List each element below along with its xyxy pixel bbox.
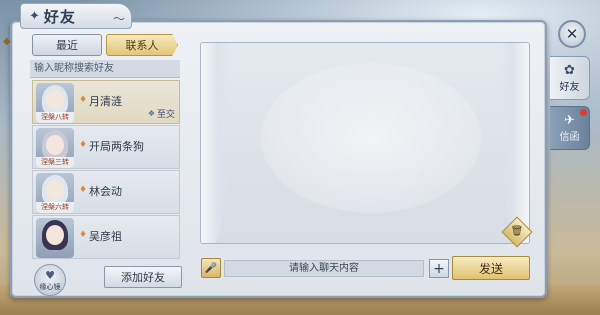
heart-mirror-label: 缘心镜 [39, 282, 61, 291]
female-icon: ♦ [79, 95, 88, 105]
rank-badge: 涅槃三转 [36, 157, 74, 168]
chat-backdrop [261, 63, 481, 213]
female-icon: ♦ [79, 230, 88, 240]
friend-row[interactable]: 涅槃八转 ♦ 月清涟 ❖ 至交 [32, 80, 180, 124]
avatar: 涅槃八转 [36, 83, 74, 123]
chat-input[interactable]: 请输入聊天内容 [224, 260, 424, 277]
friend-name: 开局两条狗 [89, 140, 144, 153]
friend-name: 吴彦祖 [89, 230, 122, 243]
friend-row[interactable]: 涅槃三转 ♦ 开局两条狗 [32, 125, 180, 169]
tab-recent[interactable]: 最近 [32, 34, 102, 56]
relation-badge: ❖ 至交 [148, 107, 175, 120]
female-icon: ♦ [79, 185, 88, 195]
title-ornament-icon: 〜 [112, 12, 125, 26]
tab-contacts[interactable]: 联系人 [106, 34, 178, 56]
friends-emblem-icon: ✦ [29, 8, 40, 24]
more-options-button[interactable]: + [429, 259, 449, 278]
friends-sidebar: 最近 联系人 输入昵称搜索好友 涅槃八转 ♦ 月清涟 ❖ 至交 涅槃三转 ♦ 开… [30, 30, 182, 296]
voice-input-button[interactable]: 🎤 [201, 258, 221, 278]
trash-icon: 🗑 [510, 226, 524, 237]
curtain-left [201, 43, 229, 243]
relation-label: 至交 [156, 110, 175, 120]
friend-name: 林会动 [89, 185, 122, 198]
send-button[interactable]: 发送 [452, 256, 530, 280]
friend-row[interactable]: 涅槃六转 ♦ 林会动 [32, 170, 180, 214]
corner-ornament-icon: ◆ [3, 36, 11, 47]
close-button[interactable]: ✕ [558, 20, 586, 48]
list-tabs: 最近 联系人 [32, 34, 180, 56]
microphone-icon: 🎤 [204, 262, 218, 274]
sidebar-tab-label: 信函 [559, 132, 580, 143]
avatar [36, 218, 74, 258]
chat-history[interactable] [200, 42, 530, 244]
avatar: 涅槃六转 [36, 173, 74, 213]
curtain-right [501, 43, 529, 243]
sidebar-tab-friends[interactable]: ✿ 好友 [550, 56, 590, 100]
heart-mirror-button[interactable]: ♥ 缘心镜 [34, 264, 66, 296]
friends-emblem-icon: ✿ [564, 63, 575, 78]
window-title-tab: ✦ 好友 〜 [20, 3, 132, 29]
rank-badge: 涅槃八转 [36, 112, 74, 123]
window-title: 好友 [43, 7, 76, 26]
close-icon: ✕ [565, 25, 579, 43]
friend-name: 月清涟 [89, 95, 122, 108]
notification-dot [580, 109, 587, 116]
bond-icon: ❖ [147, 109, 155, 118]
sidebar-tab-mail[interactable]: ✈ 信函 [550, 106, 590, 150]
sidebar-tab-label: 好友 [559, 82, 580, 93]
avatar: 涅槃三转 [36, 128, 74, 168]
female-icon: ♦ [79, 140, 88, 150]
friend-row[interactable]: ♦ 吴彦祖 [32, 215, 180, 259]
friend-search-input[interactable]: 输入昵称搜索好友 [30, 60, 180, 78]
heart-mirror-icon: ♥ [45, 268, 55, 282]
friend-list: 涅槃八转 ♦ 月清涟 ❖ 至交 涅槃三转 ♦ 开局两条狗 涅槃六转 ♦ 林会动 [32, 80, 180, 276]
paper-crane-icon: ✈ [564, 113, 575, 128]
add-friend-button[interactable]: 添加好友 [104, 266, 182, 288]
rank-badge: 涅槃六转 [36, 202, 74, 213]
